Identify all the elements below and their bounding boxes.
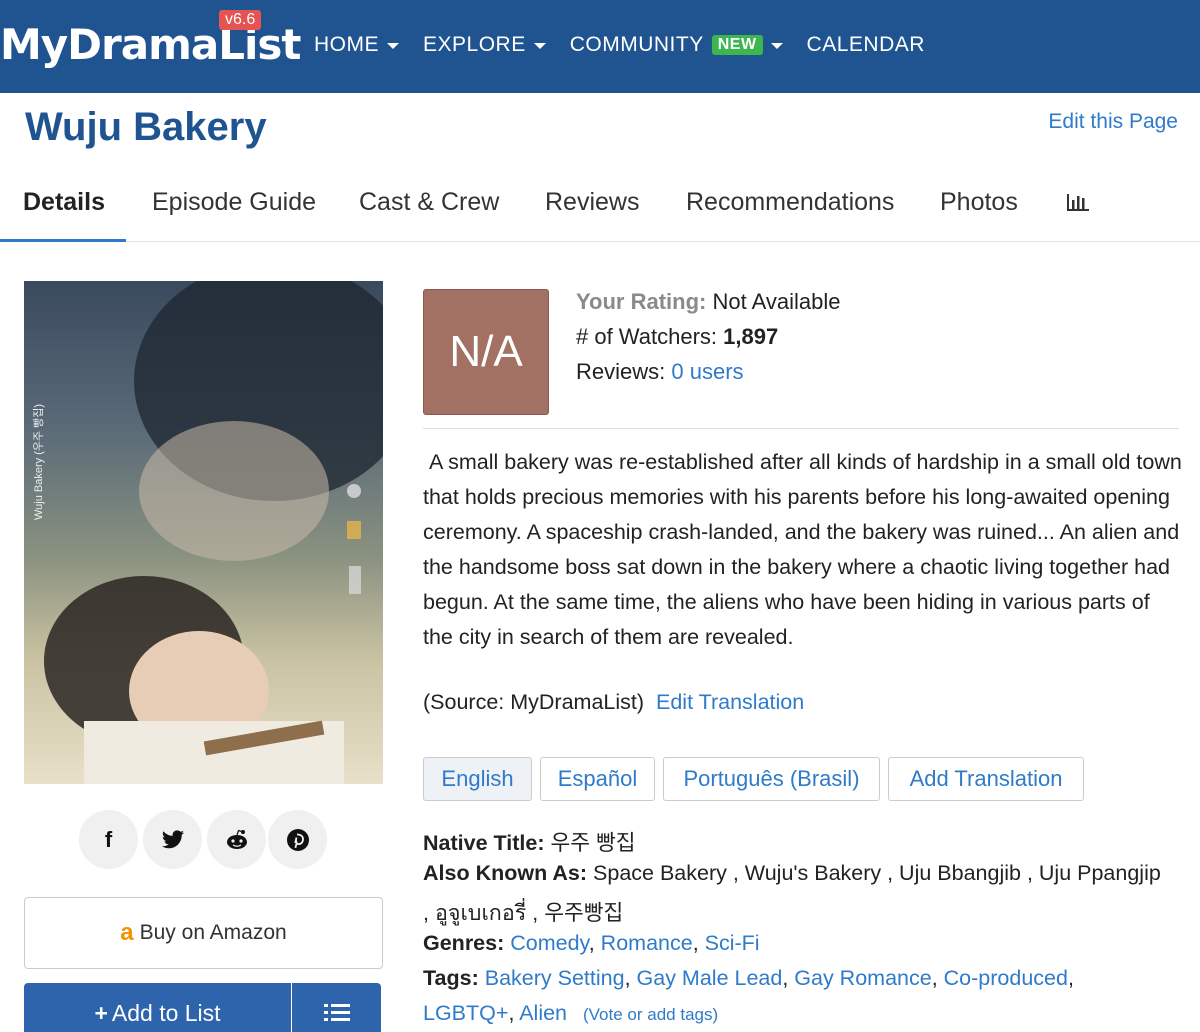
nav-calendar[interactable]: CALENDAR	[807, 33, 925, 57]
add-to-list-label: Add to List	[111, 999, 221, 1026]
nav-calendar-label: CALENDAR	[806, 33, 925, 56]
watchers-label: # of Watchers:	[576, 324, 718, 349]
add-to-list-button[interactable]: + Add to List	[24, 983, 291, 1032]
tab-cast-crew[interactable]: Cast & Crew	[359, 188, 499, 217]
poster-side-text: Wuju Bakery (우주 빵집)	[33, 403, 45, 520]
genre-link[interactable]: Sci-Fi	[705, 931, 760, 955]
native-title-value: 우주 빵집	[550, 831, 636, 855]
statistics-icon[interactable]	[1066, 192, 1090, 212]
your-rating-value: Not Available	[712, 289, 841, 314]
synopsis-text: A small bakery was re-established after …	[423, 450, 1188, 649]
version-badge: v6.6	[219, 10, 262, 30]
genres-row: Genres: Comedy, Romance, Sci-Fi	[423, 931, 760, 955]
vote-tags-link[interactable]: (Vote or add tags)	[583, 1005, 718, 1024]
add-translation-button[interactable]: Add Translation	[888, 757, 1084, 801]
plus-icon: +	[94, 999, 108, 1026]
reddit-icon	[226, 829, 247, 849]
genre-link[interactable]: Romance	[601, 931, 693, 955]
new-badge: NEW	[711, 35, 763, 55]
nav-home-label: HOME	[314, 33, 379, 56]
poster-image[interactable]	[24, 281, 383, 784]
facebook-icon: f	[104, 826, 113, 852]
genre-link[interactable]: Comedy	[510, 931, 588, 955]
chevron-down-icon	[533, 43, 546, 49]
buy-on-amazon-button[interactable]: a Buy on Amazon	[24, 897, 383, 969]
top-navbar: MyDramaList v6.6 HOME EXPLORE COMMUNITY …	[0, 0, 1200, 93]
nav-home[interactable]: HOME	[314, 33, 399, 57]
watchers-value: 1,897	[723, 324, 779, 349]
tag-link[interactable]: LGBTQ+	[423, 1001, 508, 1025]
synopsis-source-row: (Source: MyDramaList) Edit Translation	[423, 690, 804, 715]
pinterest-share-button[interactable]	[268, 810, 327, 869]
nav-explore[interactable]: EXPLORE	[423, 33, 546, 57]
your-rating-row: Your Rating: Not Available	[576, 284, 841, 319]
tags-row: Tags: Bakery Setting, Gay Male Lead, Gay…	[423, 966, 1074, 990]
lang-espanol-button[interactable]: Español	[540, 757, 655, 801]
reviews-label: Reviews:	[576, 359, 666, 384]
list-options-button[interactable]	[292, 983, 381, 1032]
lang-portugues-button[interactable]: Português (Brasil)	[663, 757, 880, 801]
twitter-icon	[161, 829, 184, 848]
chevron-down-icon	[387, 43, 399, 49]
rating-score-box: N/A	[423, 289, 549, 415]
tag-link[interactable]: Bakery Setting	[485, 966, 625, 990]
tab-episode-guide[interactable]: Episode Guide	[152, 188, 316, 217]
edit-translation-link[interactable]: Edit Translation	[656, 690, 804, 714]
aka-row-continued: , อูจูเบเกอรี่ , 우주빵집	[423, 901, 624, 925]
aka-row: Also Known As: Space Bakery , Wuju's Bak…	[423, 861, 1161, 886]
synopsis-source: (Source: MyDramaList)	[423, 690, 645, 714]
native-title-label: Native Title:	[423, 831, 545, 855]
edit-page-link[interactable]: Edit this Page	[1048, 110, 1178, 134]
main-nav: HOME EXPLORE COMMUNITY NEW CALENDAR	[314, 33, 949, 57]
buy-on-amazon-label: Buy on Amazon	[139, 921, 287, 944]
reviews-link[interactable]: 0 users	[671, 359, 743, 384]
tab-photos[interactable]: Photos	[940, 188, 1018, 217]
pinterest-icon	[286, 828, 309, 851]
poster-artwork	[44, 281, 383, 784]
page-title: Wuju Bakery	[25, 105, 267, 149]
nav-community[interactable]: COMMUNITY NEW	[570, 33, 783, 57]
twitter-share-button[interactable]	[143, 810, 202, 869]
aka-label: Also Known As:	[423, 861, 588, 885]
watchers-row: # of Watchers: 1,897	[576, 319, 841, 354]
lang-english-button[interactable]: English	[423, 757, 532, 801]
tab-details[interactable]: Details	[23, 188, 105, 217]
list-icon	[323, 1004, 350, 1021]
section-divider	[423, 428, 1179, 429]
tags-row-continued: LGBTQ+, Alien (Vote or add tags)	[423, 1001, 719, 1025]
native-title-row: Native Title: 우주 빵집	[423, 826, 636, 857]
tab-recommendations[interactable]: Recommendations	[686, 188, 894, 217]
nav-community-label: COMMUNITY	[569, 33, 704, 56]
tags-label: Tags:	[423, 966, 479, 990]
tag-link[interactable]: Gay Male Lead	[637, 966, 783, 990]
active-tab-indicator	[0, 239, 126, 242]
reviews-row: Reviews: 0 users	[576, 354, 841, 389]
tag-link[interactable]: Co-produced	[944, 966, 1068, 990]
tag-link[interactable]: Gay Romance	[794, 966, 931, 990]
chevron-down-icon	[770, 43, 783, 49]
aka-value: Space Bakery , Wuju's Bakery , Uju Bbang…	[593, 861, 1161, 885]
nav-explore-label: EXPLORE	[423, 33, 526, 56]
amazon-icon: a	[120, 919, 134, 946]
genres-label: Genres:	[423, 931, 505, 955]
tag-link[interactable]: Alien	[519, 1001, 567, 1025]
facebook-share-button[interactable]: f	[79, 810, 138, 869]
your-rating-label: Your Rating:	[576, 289, 707, 314]
rating-stats: Your Rating: Not Available # of Watchers…	[576, 284, 841, 389]
reddit-share-button[interactable]	[207, 810, 266, 869]
tab-reviews[interactable]: Reviews	[545, 188, 639, 217]
